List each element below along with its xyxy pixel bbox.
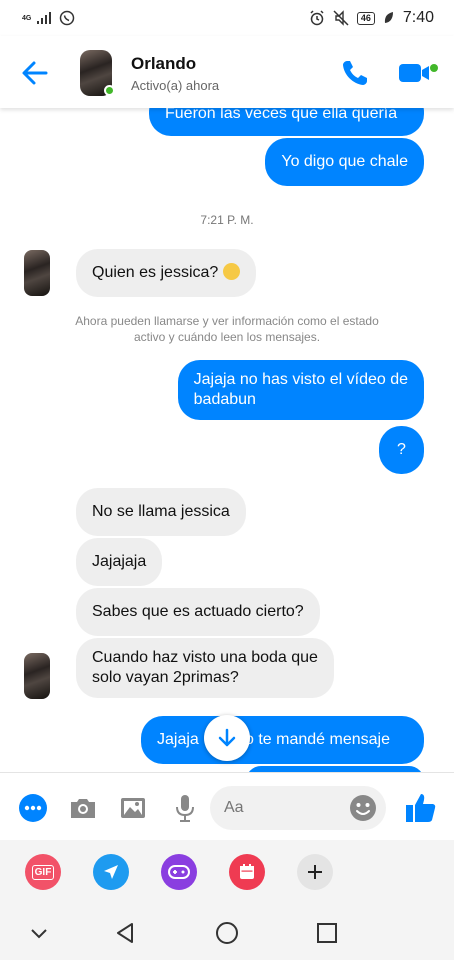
thumbs-up-icon[interactable]: [404, 791, 438, 825]
calendar-icon: [240, 864, 254, 879]
message-text: Jajaja: [157, 731, 199, 748]
nav-collapse-icon[interactable]: [26, 920, 52, 946]
nav-home-icon[interactable]: [214, 920, 240, 946]
nav-back-icon[interactable]: [112, 920, 138, 946]
camera-icon[interactable]: [68, 793, 98, 823]
video-camera-icon[interactable]: [398, 60, 438, 86]
emoji-icon[interactable]: [348, 793, 378, 823]
games-button[interactable]: [161, 854, 197, 890]
gif-button[interactable]: GIF: [25, 854, 61, 890]
message-bubble-outgoing[interactable]: Jajaja no has visto el vídeo de badabun: [177, 360, 424, 420]
message-bubble-incoming[interactable]: No se llama jessica: [76, 488, 246, 536]
nav-recents-icon[interactable]: [314, 920, 340, 946]
contact-avatar[interactable]: [80, 50, 115, 96]
message-line: Jajaja no has visto el vídeo de: [193, 371, 408, 388]
whatsapp-icon: [60, 10, 75, 26]
message-bubble-incoming[interactable]: Jajajaja: [76, 538, 163, 586]
status-bar: 4G 46 7:40: [0, 0, 454, 36]
scroll-to-bottom-button[interactable]: [204, 715, 250, 761]
location-button[interactable]: [93, 854, 129, 890]
message-bubble-outgoing[interactable]: ?: [379, 426, 424, 474]
contact-name[interactable]: Orlando: [131, 54, 196, 74]
battery-indicator: 46: [356, 11, 375, 25]
message-line: Cuando haz visto una boda que: [92, 649, 318, 666]
more-button[interactable]: [297, 854, 333, 890]
message-text: so te mandé mensaje: [237, 731, 390, 748]
gif-icon: GIF: [31, 864, 55, 880]
location-icon: [104, 865, 118, 879]
extras-tray: GIF: [0, 840, 454, 906]
message-thread[interactable]: Fueron las veces que ella quería Yo digo…: [0, 108, 454, 772]
neutral-face-emoji: [222, 263, 240, 280]
message-line: badabun: [193, 391, 256, 408]
avatar: [24, 250, 50, 296]
more-dots-icon[interactable]: [18, 793, 48, 823]
message-bubble-incoming[interactable]: Cuando haz visto una boda que solo vayan…: [76, 638, 334, 698]
conversation-header: Orlando Activo(a) ahora: [0, 36, 454, 108]
system-navigation-bar: [0, 906, 454, 960]
clock: 7:40: [402, 9, 434, 26]
message-line: solo vayan 2primas?: [92, 669, 239, 686]
alarm-icon: [310, 10, 324, 26]
message-bubble-incoming[interactable]: Sabes que es actuado cierto?: [76, 588, 320, 636]
online-indicator: [104, 85, 115, 96]
mute-icon: [333, 10, 349, 26]
game-icon: [168, 865, 190, 879]
privacy-notice: Ahora pueden llamarse y ver información …: [75, 314, 379, 344]
avatar: [24, 653, 50, 699]
message-bubble-outgoing[interactable]: Yo digo que chale: [265, 138, 424, 186]
message-text: Quien es jessica?: [92, 264, 219, 281]
image-icon[interactable]: [118, 793, 148, 823]
message-bubble-incoming[interactable]: Quien es jessica?: [76, 249, 256, 297]
contact-status: Activo(a) ahora: [131, 78, 220, 93]
calendar-button[interactable]: [229, 854, 265, 890]
network-indicator: 4G: [22, 14, 32, 22]
message-composer: [0, 772, 454, 840]
leaf-icon: [384, 12, 393, 23]
plus-icon: [308, 865, 322, 879]
back-arrow-icon[interactable]: [20, 58, 50, 88]
signal-icon: [37, 12, 52, 24]
microphone-icon[interactable]: [170, 793, 200, 823]
message-bubble-outgoing[interactable]: Fueron las veces que ella quería: [149, 108, 424, 136]
arrow-down-icon: [218, 728, 236, 747]
phone-icon[interactable]: [340, 58, 370, 88]
message-bubble-outgoing[interactable]: Jajaja so te mandé mensaje: [141, 716, 424, 764]
timestamp: 7:21 P. M.: [200, 213, 254, 227]
